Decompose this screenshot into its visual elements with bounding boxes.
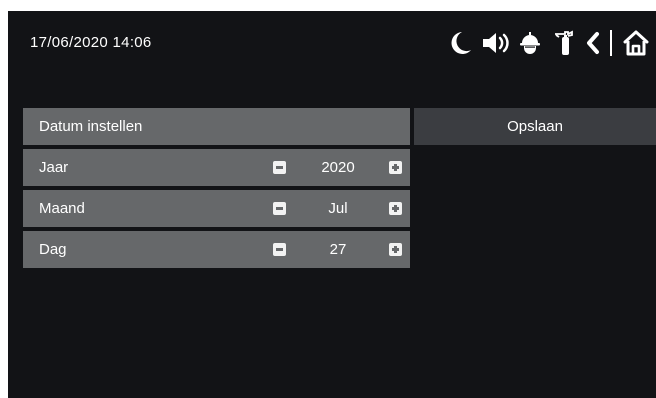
status-icon-bar xyxy=(444,25,656,61)
datetime-display: 17/06/2020 14:06 xyxy=(30,34,152,51)
year-label: Jaar xyxy=(39,159,69,176)
day-increment-button[interactable] xyxy=(389,243,402,256)
status-divider xyxy=(610,30,612,56)
year-increment-button[interactable] xyxy=(389,161,402,174)
panel-title-row: Datum instellen xyxy=(23,108,410,145)
day-decrement-button[interactable] xyxy=(273,243,286,256)
speaker-icon[interactable] xyxy=(478,25,514,61)
month-label: Maand xyxy=(39,200,85,217)
fire-extinguisher-icon[interactable] xyxy=(546,25,580,61)
date-settings-panel: Datum instellen Jaar 2020 Maand Jul Dag … xyxy=(23,108,410,272)
day-label: Dag xyxy=(39,241,67,258)
day-value: 27 xyxy=(329,241,347,258)
helmet-icon[interactable] xyxy=(514,25,546,61)
save-button-label: Opslaan xyxy=(507,118,563,135)
year-value: 2020 xyxy=(321,159,355,176)
month-value: Jul xyxy=(328,200,348,217)
day-row: Dag 27 xyxy=(23,231,410,268)
back-icon[interactable] xyxy=(580,25,606,61)
month-decrement-button[interactable] xyxy=(273,202,286,215)
moon-icon[interactable] xyxy=(444,25,478,61)
month-row: Maand Jul xyxy=(23,190,410,227)
year-row: Jaar 2020 xyxy=(23,149,410,186)
panel-title: Datum instellen xyxy=(39,118,143,135)
device-screen: 17/06/2020 14:06 Datum instellen Jaar 20… xyxy=(8,11,656,398)
month-increment-button[interactable] xyxy=(389,202,402,215)
year-decrement-button[interactable] xyxy=(273,161,286,174)
save-button[interactable]: Opslaan xyxy=(414,108,656,145)
home-icon[interactable] xyxy=(616,25,656,61)
